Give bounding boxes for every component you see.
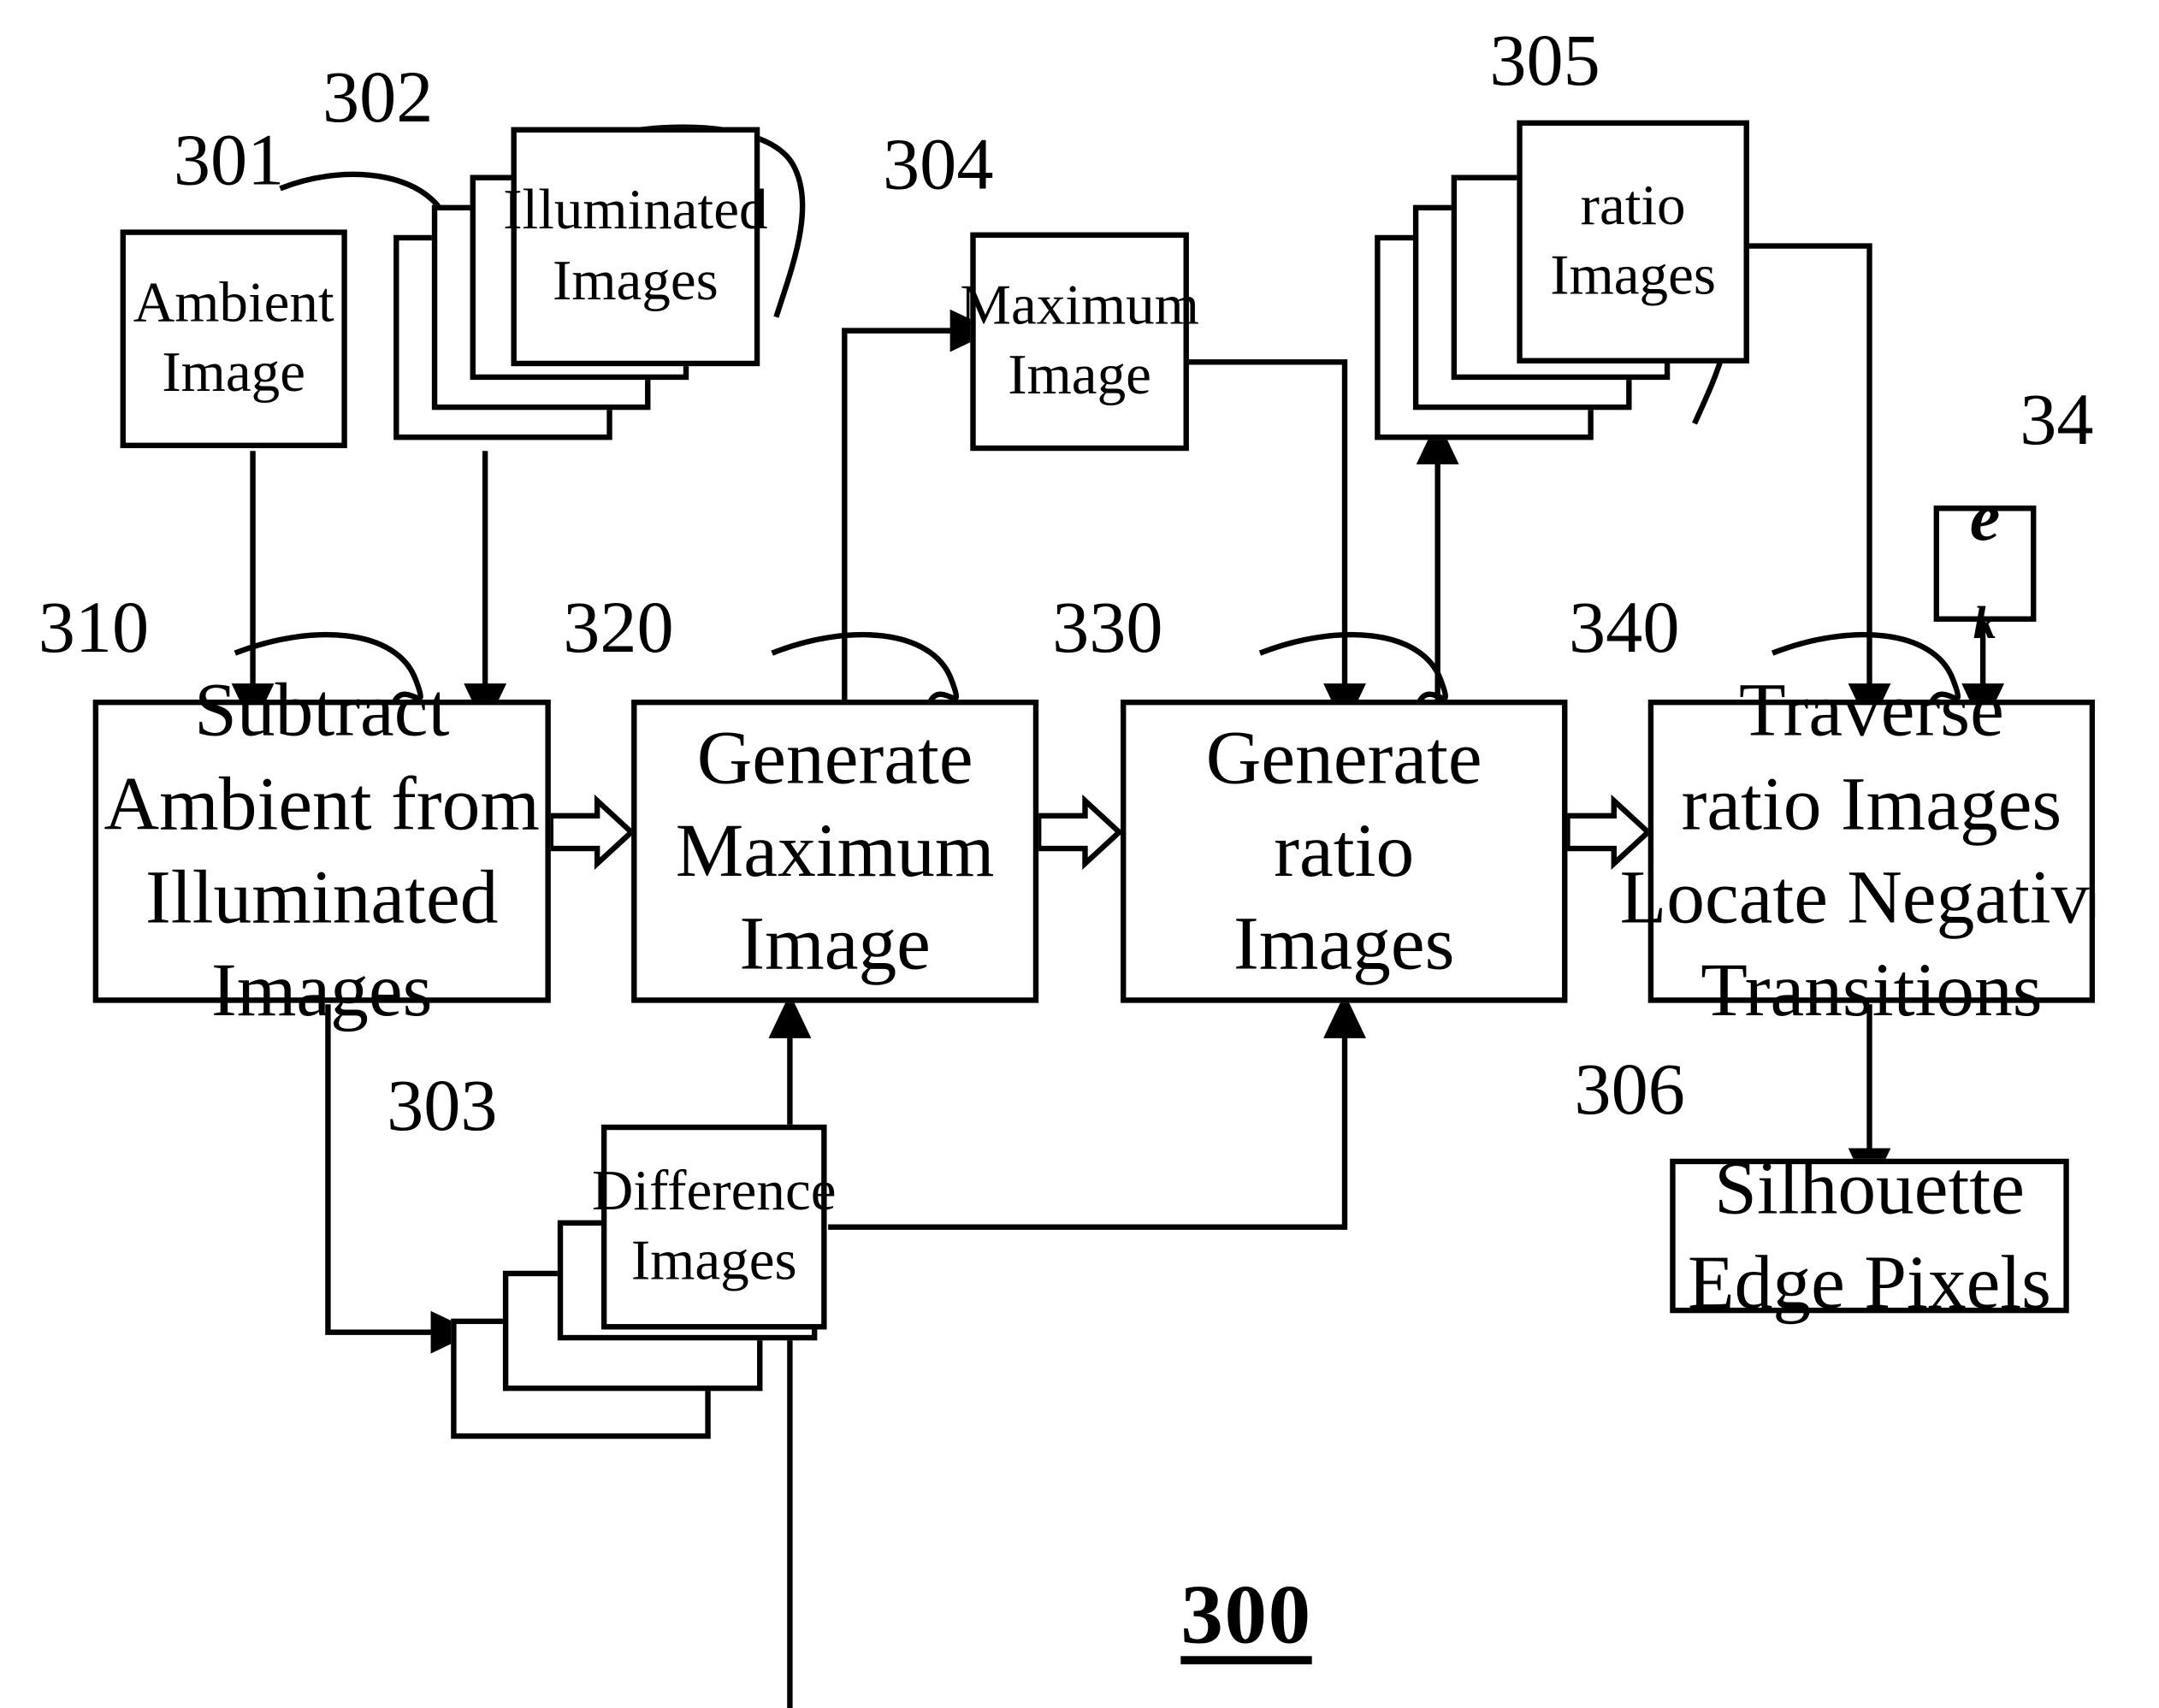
arrow-generate-maximum-to-maximum-image (842, 309, 996, 704)
figure-number: 300 (1180, 1569, 1312, 1662)
maximum-image-line-1: Maximum (960, 274, 1199, 338)
illuminated-images-line-1: Illuminated (503, 179, 768, 243)
leader-330 (1258, 631, 1449, 706)
ref-320: 320 (563, 586, 674, 669)
ref-304: 304 (883, 122, 994, 205)
node-maximum-image: Maximum Image (960, 232, 1199, 452)
ratio-images-line-1: ratio (1580, 174, 1686, 238)
ref-303: 303 (387, 1064, 498, 1147)
arrow-ratio-images-to-traverse (1746, 243, 1891, 729)
ref-301: 301 (173, 118, 285, 201)
arrow-maximum-image-to-generate-ratio (1187, 359, 1366, 729)
ref-340: 340 (1569, 586, 1680, 669)
node-generate-ratio-images: Generate ratio Images (1121, 699, 1568, 1003)
subtract-line-3: Illuminated (145, 855, 499, 941)
ek-glyph: ek (1969, 477, 2001, 649)
node-traverse-ratio-images: Traverse ratio Images Locate Negative Tr… (1620, 669, 2096, 1033)
arrow-subtract-to-difference (325, 1004, 476, 1354)
maximum-image-line-2: Image (1008, 344, 1151, 408)
generate-ratio-line-2: ratio (1274, 808, 1415, 894)
node-illuminated-images: Illuminated Images (503, 127, 768, 367)
illuminated-images-line-2: Images (552, 249, 719, 313)
block-arrow-320-to-330 (1035, 794, 1124, 870)
ref-310: 310 (38, 586, 150, 669)
generate-ratio-line-3: Images (1233, 901, 1455, 987)
traverse-line-1: Traverse (1739, 668, 2004, 754)
subtract-line-2: Ambient from (104, 761, 540, 848)
traverse-line-4: Transitions (1701, 949, 2043, 1034)
node-generate-maximum-image: Generate Maximum Image (631, 699, 1039, 1003)
ambient-image-line-1: Ambient (133, 271, 334, 335)
ref-330: 330 (1052, 586, 1163, 669)
ratio-images-line-2: Images (1550, 244, 1717, 308)
subtract-line-4: Images (211, 949, 433, 1034)
ref-306: 306 (1574, 1048, 1685, 1131)
difference-images-line-2: Images (630, 1229, 797, 1293)
ambient-image-line-2: Image (162, 341, 306, 405)
block-arrow-310-to-320 (547, 794, 636, 870)
ref-302: 302 (322, 56, 434, 139)
ref-341: 341 (2020, 378, 2095, 461)
silhouette-line-2: Edge Pixels (1688, 1239, 2051, 1325)
node-subtract-ambient: Subtract Ambient from Illuminated Images (92, 669, 551, 1033)
node-ambient-image: Ambient Image (120, 229, 347, 449)
difference-images-line-1: Difference (591, 1159, 837, 1223)
ref-305: 305 (1489, 19, 1600, 102)
generate-ratio-line-1: Generate (1205, 715, 1482, 801)
generate-maximum-line-3: Image (739, 901, 931, 987)
silhouette-line-1: Silhouette (1714, 1146, 2025, 1232)
generate-maximum-line-2: Maximum (675, 808, 995, 894)
subtract-line-1: Subtract (194, 668, 450, 754)
node-ek-symbol: ek (1933, 478, 2037, 648)
leader-320 (771, 631, 960, 706)
node-ratio-images: ratio Images (1517, 120, 1749, 363)
node-difference-images: Difference Images (592, 1124, 837, 1330)
traverse-line-3: Locate Negative (1619, 855, 2096, 941)
generate-maximum-line-1: Generate (696, 715, 973, 801)
patent-figure-300: Ambient Image Illuminated Images Maximum… (0, 0, 2096, 1708)
node-silhouette-edge-pixels: Silhouette Edge Pixels (1670, 1147, 2069, 1325)
arrow-difference-to-generate-ratio (828, 993, 1366, 1230)
traverse-line-2: ratio Images (1681, 761, 2062, 848)
